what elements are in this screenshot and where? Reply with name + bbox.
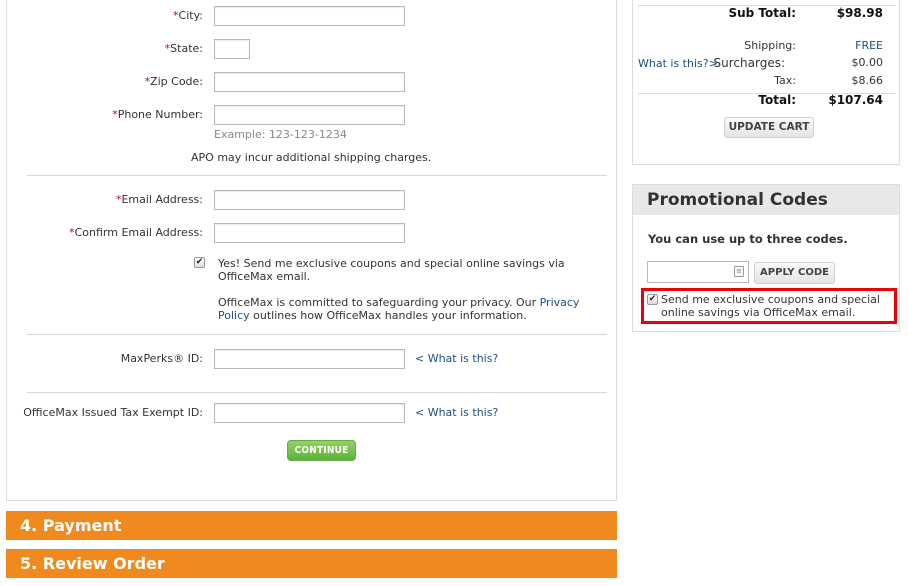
subtotal-label: Sub Total: bbox=[728, 6, 796, 20]
promo-codes-panel: Promotional Codes You can use up to thre… bbox=[632, 184, 900, 332]
tax-value: $8.66 bbox=[851, 74, 884, 87]
step-payment[interactable]: 4. Payment bbox=[6, 511, 617, 540]
surcharges-help-link[interactable]: What is this?> bbox=[638, 57, 718, 70]
shipping-value: FREE bbox=[855, 39, 883, 52]
email-optin-checkbox[interactable]: ✔ bbox=[194, 257, 205, 268]
update-cart-button[interactable]: UPDATE CART bbox=[724, 117, 814, 138]
email-input[interactable] bbox=[214, 190, 405, 210]
total-value: $107.64 bbox=[828, 93, 883, 107]
privacy-note: OfficeMax is committed to safeguarding y… bbox=[218, 296, 580, 322]
shipping-label: Shipping: bbox=[744, 39, 796, 52]
phone-row: *Phone Number: bbox=[7, 105, 616, 125]
state-label: *State: bbox=[164, 42, 203, 55]
cart-summary-panel: Sub Total: $98.98 Shipping: FREE What is… bbox=[632, 0, 900, 165]
maxperks-help-link[interactable]: < What is this? bbox=[415, 352, 498, 365]
confirm-email-input[interactable] bbox=[214, 223, 405, 243]
total-label: Total: bbox=[758, 93, 796, 107]
tax-exempt-input[interactable] bbox=[214, 403, 405, 423]
promo-optin-highlight: ✔ Send me exclusive coupons and special … bbox=[641, 288, 897, 324]
apo-note: APO may incur additional shipping charge… bbox=[191, 151, 432, 164]
confirm-email-label: *Confirm Email Address: bbox=[69, 226, 203, 239]
divider bbox=[27, 175, 607, 176]
zip-label: *Zip Code: bbox=[144, 75, 203, 88]
maxperks-row: MaxPerks® ID: < What is this? bbox=[7, 349, 616, 369]
state-row: *State: bbox=[7, 39, 616, 59]
email-label: *Email Address: bbox=[115, 193, 203, 206]
city-label: *City: bbox=[173, 9, 203, 22]
subtotal-value: $98.98 bbox=[836, 6, 883, 20]
promo-optin-checkbox[interactable]: ✔ bbox=[647, 294, 658, 305]
zip-row: *Zip Code: bbox=[7, 72, 616, 92]
email-optin-text: Yes! Send me exclusive coupons and speci… bbox=[218, 257, 565, 283]
tax-exempt-label: OfficeMax Issued Tax Exempt ID: bbox=[23, 406, 203, 419]
contact-card-icon: ≡ bbox=[734, 266, 744, 277]
city-input[interactable] bbox=[214, 6, 405, 26]
promo-subtitle: You can use up to three codes. bbox=[648, 232, 848, 246]
tax-label: Tax: bbox=[774, 74, 796, 87]
promo-optin-text: Send me exclusive coupons and special on… bbox=[661, 293, 880, 319]
surcharges-label: Surcharges: bbox=[713, 56, 785, 70]
city-row: *City: bbox=[7, 6, 616, 26]
tax-exempt-row: OfficeMax Issued Tax Exempt ID: < What i… bbox=[7, 403, 616, 423]
step-review-order[interactable]: 5. Review Order bbox=[6, 549, 617, 578]
promo-title: Promotional Codes bbox=[633, 185, 899, 215]
phone-label: *Phone Number: bbox=[112, 108, 203, 121]
maxperks-input[interactable] bbox=[214, 349, 405, 369]
state-input[interactable] bbox=[214, 39, 250, 59]
zip-input[interactable] bbox=[214, 72, 405, 92]
email-row: *Email Address: bbox=[7, 190, 616, 210]
divider bbox=[27, 392, 607, 393]
phone-input[interactable] bbox=[214, 105, 405, 125]
confirm-email-row: *Confirm Email Address: bbox=[7, 223, 616, 243]
tax-exempt-help-link[interactable]: < What is this? bbox=[415, 406, 498, 419]
apply-code-button[interactable]: APPLY CODE bbox=[754, 262, 835, 284]
divider bbox=[27, 334, 607, 335]
checkout-form-panel: *City: *State: *Zip Code: *Phone Number:… bbox=[6, 0, 617, 501]
continue-button[interactable]: CONTINUE bbox=[287, 440, 356, 461]
phone-hint: Example: 123-123-1234 bbox=[214, 128, 347, 141]
surcharges-value: $0.00 bbox=[851, 56, 884, 69]
maxperks-label: MaxPerks® ID: bbox=[120, 352, 203, 365]
promo-code-input[interactable]: ≡ bbox=[647, 261, 749, 283]
